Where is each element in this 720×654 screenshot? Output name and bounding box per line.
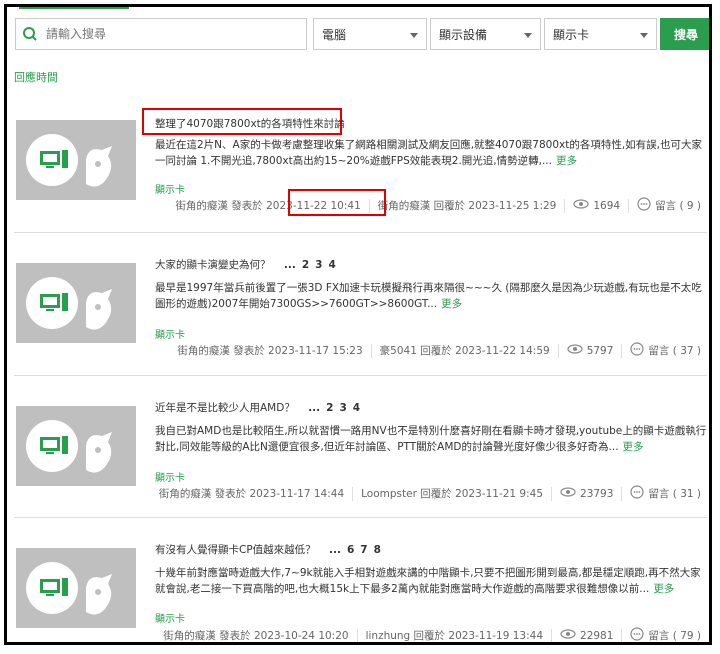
replied-by: linzhung 回覆於 2023-11-19 13:44 xyxy=(365,630,544,642)
page-ellipsis: ... xyxy=(308,402,321,414)
page-ellipsis: ... xyxy=(329,544,341,556)
page-link[interactable]: 4 xyxy=(353,402,360,414)
post-title-link[interactable]: 有沒有人覺得顯卡CP值越來越低？ xyxy=(155,544,316,556)
post-thumbnail[interactable] xyxy=(16,548,136,628)
posted-by: 街角的癡漢 發表於 2023-11-17 15:23 xyxy=(177,345,363,357)
eye-icon xyxy=(560,629,576,642)
post-meta: 街角的癡漢 發表於 2023-11-22 10:41 街角的癡漢 回覆於 202… xyxy=(175,197,701,214)
search-input[interactable] xyxy=(44,26,288,42)
posted-by: 街角的癡漢 發表於 2023-10-24 10:20 xyxy=(163,630,349,642)
post-item: 整理了4070跟7800xt的各項特性來討論 最近在這2片N、A家的卡做考慮整理… xyxy=(14,102,707,232)
page-links: ... 2 3 4 xyxy=(278,259,336,271)
page-link[interactable]: 7 xyxy=(360,544,367,556)
post-item: 有沒有人覺得顯卡CP值越來越低？ ... 6 7 8 十幾年前對應當時遊戲大作,7~9… xyxy=(14,517,707,642)
post-thumbnail[interactable] xyxy=(16,120,136,200)
annotation-highlight-title xyxy=(142,108,342,135)
chevron-down-icon xyxy=(524,33,532,38)
post-category[interactable]: 顯示卡 xyxy=(155,610,185,625)
search-box[interactable] xyxy=(15,18,307,50)
item-select[interactable]: 顯示卡 xyxy=(544,18,657,50)
search-button[interactable]: 搜尋 xyxy=(660,18,709,50)
post-excerpt: 十幾年前對應當時遊戲大作,7~9k就能入手相對遊戲來講的中階顯卡,只要不把圖形開… xyxy=(155,565,709,597)
replied-by: 街角的癡漢 回覆於 2023-11-25 1:29 xyxy=(377,200,557,212)
view-count: 23793 xyxy=(580,487,614,500)
page-link[interactable]: 6 xyxy=(347,544,354,556)
comment-count[interactable]: 留言 ( 31 ) xyxy=(648,486,701,501)
posted-by: 街角的癡漢 發表於 xyxy=(175,200,263,212)
page-link[interactable]: 3 xyxy=(315,259,322,271)
comment-count[interactable]: 留言 ( 79 ) xyxy=(648,628,701,642)
post-title[interactable]: 近年是不是比較少人用AMD？ ... 2 3 4 xyxy=(155,400,360,415)
post-meta: 街角的癡漢 發表於 2023-11-17 15:23 豪5041 回覆於 202… xyxy=(177,342,701,359)
post-title[interactable]: 有沒有人覺得顯卡CP值越來越低？ ... 6 7 8 xyxy=(155,542,381,557)
chevron-down-icon xyxy=(640,33,648,38)
view-count: 22981 xyxy=(580,629,614,642)
post-item: 大家的顯卡演變史為何？ ... 2 3 4 最早是1997年當兵前後置了一張3D FX… xyxy=(14,232,707,363)
search-bar: 電腦 顯示設備 顯示卡 搜尋 xyxy=(15,18,709,50)
excerpt-text: 最近在這2片N、A家的卡做考慮整理收集了網路相關測試及網友回應,就整4070跟7… xyxy=(155,139,703,167)
post-meta: 街角的癡漢 發表於 2023-11-17 14:44 Loompster 回覆於… xyxy=(159,485,701,502)
comment-count[interactable]: 留言 ( 37 ) xyxy=(648,343,701,358)
page-link[interactable]: 8 xyxy=(374,544,381,556)
page-links: ... 2 3 4 xyxy=(302,402,360,414)
item-select-value: 顯示卡 xyxy=(553,27,590,42)
page-link[interactable]: 3 xyxy=(339,402,346,414)
post-category[interactable]: 顯示卡 xyxy=(155,469,185,484)
search-icon xyxy=(16,26,44,42)
chevron-down-icon xyxy=(410,33,418,38)
post-title-link[interactable]: 近年是不是比較少人用AMD？ xyxy=(155,402,295,414)
replied-by: Loompster 回覆於 2023-11-21 9:45 xyxy=(361,488,544,500)
eye-icon xyxy=(567,344,583,357)
subcategory-select-value: 顯示設備 xyxy=(439,27,488,42)
more-link[interactable]: 更多 xyxy=(441,298,462,310)
post-category[interactable]: 顯示卡 xyxy=(155,326,185,341)
excerpt-text: 最早是1997年當兵前後置了一張3D FX加速卡玩模擬飛行再來隔很~~~久 (隔… xyxy=(155,282,702,310)
comment-icon xyxy=(630,342,645,359)
page-links: ... 6 7 8 xyxy=(323,544,381,556)
view-count: 5797 xyxy=(586,344,614,357)
comment-icon xyxy=(630,485,645,502)
post-excerpt: 最早是1997年當兵前後置了一張3D FX加速卡玩模擬飛行再來隔很~~~久 (隔… xyxy=(155,280,709,312)
forum-list-frame: 電腦 顯示設備 顯示卡 搜尋 回應時間 整理了4070跟7800xt的各項特性來… xyxy=(4,4,712,645)
eye-icon xyxy=(560,487,576,500)
page-ellipsis: ... xyxy=(283,259,296,271)
subcategory-select[interactable]: 顯示設備 xyxy=(430,18,541,50)
post-category[interactable]: 顯示卡 xyxy=(155,181,185,196)
category-select[interactable]: 電腦 xyxy=(313,18,427,50)
comment-icon xyxy=(637,197,651,214)
post-excerpt: 最近在這2片N、A家的卡做考慮整理收集了網路相關測試及網友回應,就整4070跟7… xyxy=(155,137,709,169)
eye-icon xyxy=(573,199,589,212)
more-link[interactable]: 更多 xyxy=(623,441,644,453)
page-link[interactable]: 2 xyxy=(326,402,333,414)
page-link[interactable]: 2 xyxy=(302,259,309,271)
comment-icon xyxy=(630,627,645,642)
excerpt-text: 十幾年前對應當時遊戲大作,7~9k就能入手相對遊戲來講的中階顯卡,只要不把圖形開… xyxy=(155,567,701,595)
category-select-value: 電腦 xyxy=(322,27,347,42)
view-count: 1694 xyxy=(593,199,621,212)
post-title[interactable]: 大家的顯卡演變史為何？ ... 2 3 4 xyxy=(155,257,336,272)
post-thumbnail[interactable] xyxy=(16,263,136,343)
post-item: 近年是不是比較少人用AMD？ ... 2 3 4 我自已對AMD也是比較陌生,所以就習… xyxy=(14,375,707,506)
page-link[interactable]: 4 xyxy=(328,259,335,271)
comment-count[interactable]: 留言 ( 9 ) xyxy=(655,198,701,213)
more-link[interactable]: 更多 xyxy=(653,583,674,595)
annotation-highlight-time xyxy=(288,189,386,216)
post-title-link[interactable]: 大家的顯卡演變史為何？ xyxy=(155,259,271,271)
active-tab-indicator xyxy=(19,7,129,9)
sort-by-reply-time[interactable]: 回應時間 xyxy=(14,69,58,85)
replied-by: 豪5041 回覆於 2023-11-22 14:59 xyxy=(379,345,550,357)
more-link[interactable]: 更多 xyxy=(556,155,577,167)
post-thumbnail[interactable] xyxy=(16,406,136,486)
post-excerpt: 我自已對AMD也是比較陌生,所以就習慣一路用NV也不是特別什麼喜好剛在看顯卡時才… xyxy=(155,423,709,455)
post-meta: 街角的癡漢 發表於 2023-10-24 10:20 linzhung 回覆於 … xyxy=(163,627,701,642)
posted-by: 街角的癡漢 發表於 2023-11-17 14:44 xyxy=(158,488,345,500)
